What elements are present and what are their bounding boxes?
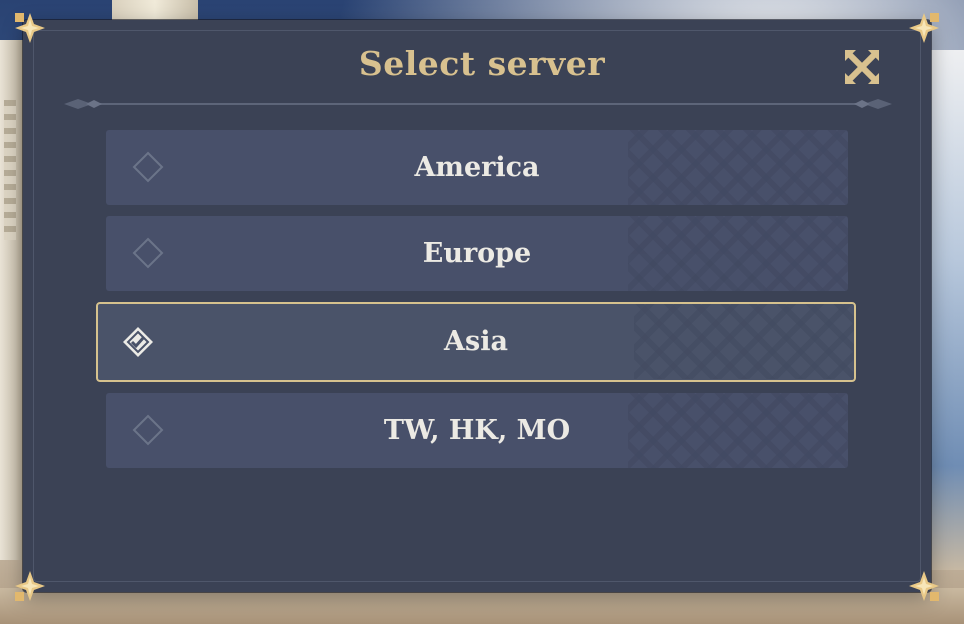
server-option-asia[interactable]: Asia bbox=[96, 302, 856, 382]
background-tower bbox=[112, 0, 198, 20]
server-option-europe[interactable]: Europe bbox=[106, 216, 848, 291]
server-option-label: TW, HK, MO bbox=[383, 415, 571, 446]
server-list: America Europe Asia TW, HK, MO bbox=[96, 130, 856, 479]
title-divider bbox=[64, 94, 892, 114]
corner-ornament-icon bbox=[909, 571, 939, 601]
background-floor bbox=[0, 588, 964, 624]
server-option-label: Europe bbox=[422, 238, 532, 269]
server-option-tw-hk-mo[interactable]: TW, HK, MO bbox=[106, 393, 848, 468]
corner-ornament-icon bbox=[15, 13, 45, 43]
corner-ornament-icon bbox=[15, 571, 45, 601]
close-button[interactable] bbox=[843, 48, 881, 86]
server-option-america[interactable]: America bbox=[106, 130, 848, 205]
close-x-icon bbox=[845, 50, 879, 84]
background-sky-right bbox=[930, 50, 964, 570]
corner-ornament-icon bbox=[909, 13, 939, 43]
server-option-label: America bbox=[414, 152, 540, 183]
server-option-label: Asia bbox=[444, 326, 508, 357]
dialog-title: Select server bbox=[358, 44, 606, 83]
